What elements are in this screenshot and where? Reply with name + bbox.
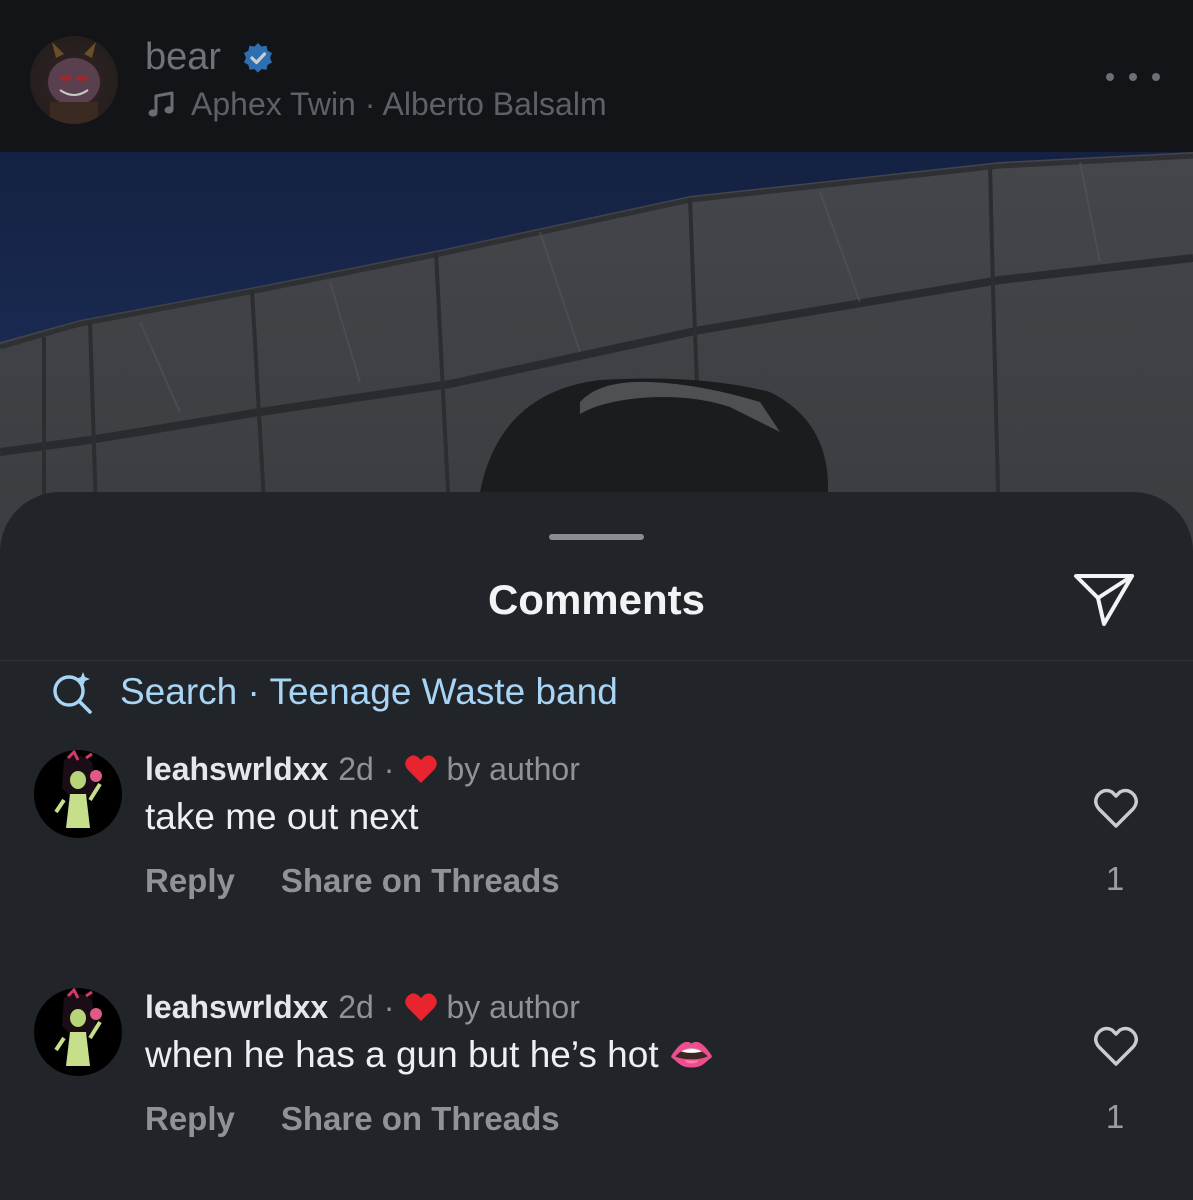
more-options-icon[interactable] [1106, 60, 1160, 94]
comments-search[interactable]: Search · Teenage Waste band [50, 668, 618, 716]
comment-time: 2d [338, 988, 374, 1025]
heart-outline-icon[interactable] [1092, 786, 1140, 830]
post-author-name[interactable]: bear [145, 36, 221, 79]
like-count: 1 [1105, 1098, 1125, 1135]
sheet-divider [0, 660, 1193, 661]
comment-text: when he has a gun but he’s hot 👄 [145, 1034, 715, 1075]
comments-sheet: Comments Search · Teenage Waste band lea… [0, 492, 1193, 1200]
meta-separator: · [383, 988, 395, 1025]
comment-meta: leahswrldxx 2d · by author [145, 750, 580, 788]
comment-actions: Reply Share on Threads [145, 1100, 560, 1138]
verified-badge-icon [244, 43, 272, 73]
commenter-username[interactable]: leahswrldxx [145, 989, 328, 1026]
post-audio-row[interactable]: Aphex Twin · Alberto Balsalm [145, 84, 607, 124]
comment-item: leahswrldxx 2d · by author take me out n… [0, 750, 1193, 950]
comment-actions: Reply Share on Threads [145, 862, 560, 900]
share-on-threads-button[interactable]: Share on Threads [281, 1100, 560, 1138]
paper-plane-icon[interactable] [1072, 570, 1136, 628]
heart-filled-icon [405, 755, 438, 783]
comment-meta: leahswrldxx 2d · by author [145, 988, 580, 1026]
comment-time: 2d [338, 750, 374, 787]
like-count: 1 [1105, 860, 1125, 897]
meta-separator: · [383, 750, 395, 787]
post-author-avatar[interactable] [30, 36, 118, 124]
reply-button[interactable]: Reply [145, 862, 235, 900]
post-audio-label: Aphex Twin · Alberto Balsalm [191, 85, 607, 122]
reply-button[interactable]: Reply [145, 1100, 235, 1138]
heart-outline-icon[interactable] [1092, 1024, 1140, 1068]
post-header: bear Aphex Twin · Alberto Balsalm [0, 0, 1193, 152]
search-sparkle-icon [53, 672, 92, 714]
sheet-title: Comments [487, 576, 706, 623]
liked-by-author-label: by author [446, 988, 580, 1025]
heart-filled-icon [405, 993, 438, 1021]
commenter-username[interactable]: leahswrldxx [145, 751, 328, 788]
search-suggestion-text: Search · Teenage Waste band [120, 671, 618, 712]
music-note-icon [148, 91, 174, 117]
commenter-avatar[interactable] [34, 750, 122, 838]
sheet-drag-handle[interactable] [549, 534, 644, 540]
comment-item: leahswrldxx 2d · by author when he has a… [0, 988, 1193, 1188]
commenter-avatar[interactable] [34, 988, 122, 1076]
share-on-threads-button[interactable]: Share on Threads [281, 862, 560, 900]
comment-text: take me out next [145, 796, 419, 837]
liked-by-author-label: by author [446, 750, 580, 787]
